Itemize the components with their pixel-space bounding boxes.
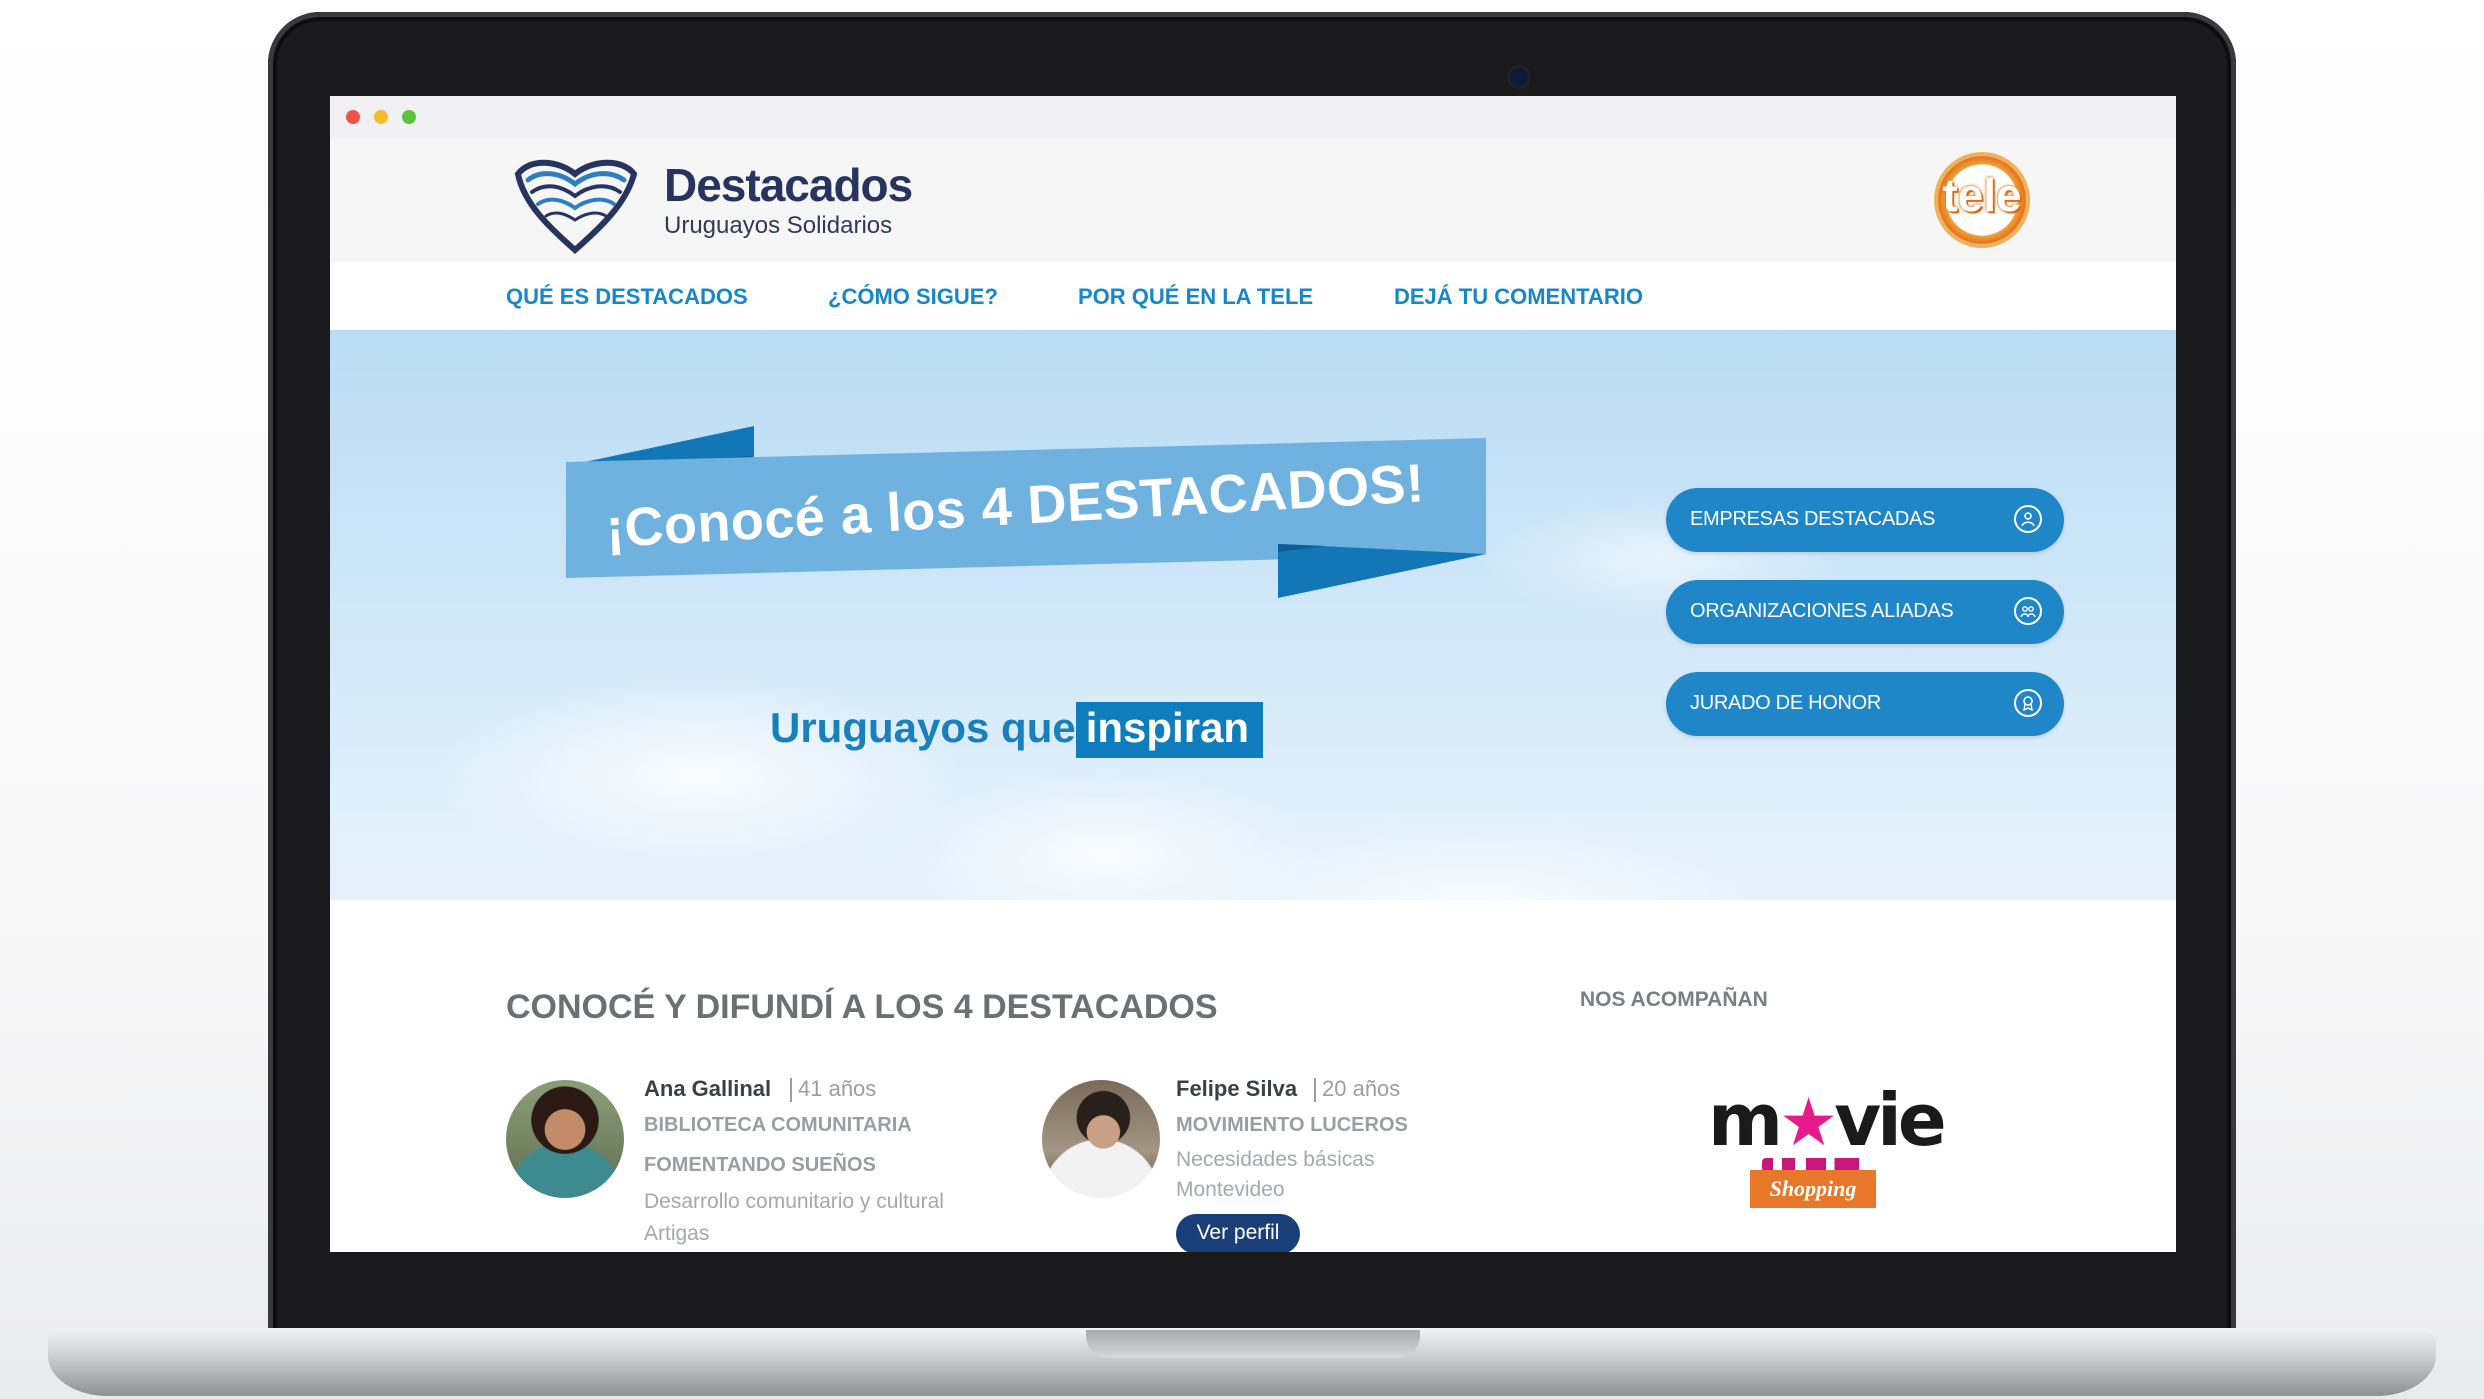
nav-item-deja-tu-comentario[interactable]: DEJÁ TU COMENTARIO [1394,284,1643,310]
hero-section: ¡Conocé a los 4 DESTACADOS! Uruguayos qu… [330,330,2176,900]
group-icon [2014,597,2042,625]
hero-subtitle: Uruguayos que inspiran [770,702,1264,758]
movie-shopping-logo[interactable]: m★vie [1708,1078,1947,1162]
camera-icon [1510,68,1528,86]
sponsors-title: NOS ACOMPAÑAN [1580,988,1768,1011]
profile-category: Desarrollo comunitario y cultural [644,1190,944,1213]
award-icon [2014,689,2042,717]
brand-tagline: Uruguayos Solidarios [664,212,893,239]
tele-logo[interactable]: tele [1934,152,2030,248]
browser-title-bar [330,96,2176,139]
profile-name[interactable]: Ana Gallinal [644,1076,771,1102]
tele-logo-text: tele [1942,169,2022,221]
profile-category: Necesidades básicas [1176,1148,1375,1171]
avatar-ana-gallinal[interactable] [506,1080,624,1198]
profile-age: 41 años [798,1076,877,1101]
person-icon [2014,505,2042,533]
profile-organization: BIBLIOTECA COMUNITARIA [644,1114,912,1136]
empresas-destacadas-label: EMPRESAS DESTACADAS [1690,508,1936,530]
main-nav: QUÉ ES DESTACADOS ¿CÓMO SIGUE? POR QUÉ E… [330,262,2176,330]
browser-screen: Destacados Uruguayos Solidarios tele QUÉ… [330,96,2176,1252]
profile-divider [1314,1078,1316,1102]
ver-perfil-button[interactable]: Ver perfil [1176,1214,1300,1252]
star-icon: ★ [1779,1084,1838,1161]
profile-age: 20 años [1322,1076,1401,1101]
nav-item-que-es-destacados[interactable]: QUÉ ES DESTACADOS [506,284,748,310]
profile-divider [790,1078,792,1102]
movie-logo-prefix: m [1708,1078,1783,1162]
profile-organization: MOVIMIENTO LUCEROS [1176,1114,1408,1136]
jurado-de-honor-label: JURADO DE HONOR [1690,692,1882,714]
site-header: Destacados Uruguayos Solidarios tele [330,138,2176,262]
hero-subtitle-highlight: inspiran [1075,702,1264,758]
empresas-destacadas-button[interactable]: EMPRESAS DESTACADAS [1666,488,2064,552]
brand-title[interactable]: Destacados [664,158,913,212]
organizaciones-aliadas-label: ORGANIZACIONES ALIADAS [1690,600,1954,622]
profile-name[interactable]: Felipe Silva [1176,1076,1297,1102]
profile-project: FOMENTANDO SUEÑOS [644,1154,876,1176]
profile-location: Artigas [644,1222,710,1245]
close-window-button[interactable] [346,110,360,124]
organizaciones-aliadas-button[interactable]: ORGANIZACIONES ALIADAS [1666,580,2064,644]
movie-logo-suffix: vie [1834,1078,1946,1162]
hero-subtitle-prefix: Uruguayos que [770,704,1076,751]
maximize-window-button[interactable] [402,110,416,124]
movie-logo-shopping: Shopping [1750,1170,1876,1208]
laptop-base-notch [1086,1330,1420,1358]
minimize-window-button[interactable] [374,110,388,124]
jurado-de-honor-button[interactable]: JURADO DE HONOR [1666,672,2064,736]
nav-item-por-que-en-la-tele[interactable]: POR QUÉ EN LA TELE [1078,284,1313,310]
profile-location: Montevideo [1176,1178,1285,1201]
avatar-felipe-silva[interactable] [1042,1080,1160,1198]
nav-item-como-sigue[interactable]: ¿CÓMO SIGUE? [828,284,998,310]
profiles-section-title: CONOCÉ Y DIFUNDÍ A LOS 4 DESTACADOS [506,988,1218,1026]
heart-logo-icon[interactable] [510,152,640,256]
